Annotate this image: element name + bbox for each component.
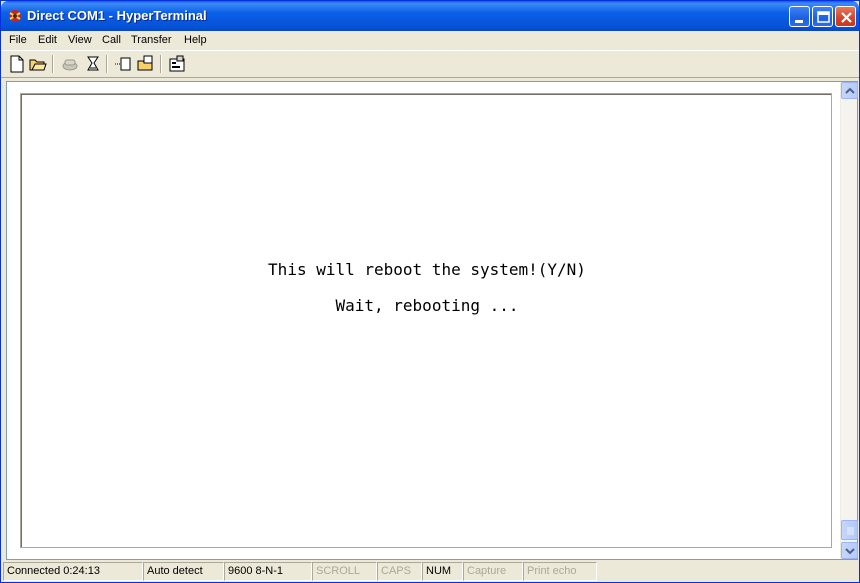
status-capture: Capture bbox=[463, 562, 523, 581]
menu-view[interactable]: View bbox=[68, 34, 92, 46]
status-scroll: SCROLL bbox=[312, 562, 377, 581]
toolbar bbox=[1, 50, 859, 78]
terminal-line: This will reboot the system!(Y/N) bbox=[268, 260, 586, 279]
menu-transfer[interactable]: Transfer bbox=[131, 34, 172, 46]
terminal-frame: This will reboot the system!(Y/N) Wait, … bbox=[6, 81, 858, 560]
menu-help[interactable]: Help bbox=[184, 34, 207, 46]
menu-bar: File Edit View Call Transfer Help bbox=[1, 31, 859, 50]
menu-call[interactable]: Call bbox=[102, 34, 121, 46]
status-detect: Auto detect bbox=[143, 562, 224, 581]
chevron-down-icon bbox=[845, 548, 855, 555]
maximize-button[interactable] bbox=[812, 6, 833, 27]
status-caps: CAPS bbox=[377, 562, 422, 581]
new-connection-icon[interactable] bbox=[8, 55, 26, 73]
status-settings: 9600 8-N-1 bbox=[224, 562, 312, 581]
vertical-scrollbar[interactable] bbox=[840, 82, 858, 559]
maximize-icon bbox=[817, 11, 830, 23]
properties-icon[interactable] bbox=[168, 55, 186, 73]
menu-file[interactable]: File bbox=[9, 34, 27, 46]
status-connected: Connected 0:24:13 bbox=[3, 562, 143, 581]
hyperterminal-app-icon bbox=[9, 10, 21, 22]
terminal-line: Wait, rebooting ... bbox=[335, 296, 519, 315]
chevron-up-icon bbox=[845, 87, 855, 94]
window-title: Direct COM1 - HyperTerminal bbox=[27, 8, 207, 23]
minimize-button[interactable] bbox=[789, 6, 810, 27]
disconnect-icon[interactable] bbox=[61, 55, 79, 73]
scroll-down-button[interactable] bbox=[841, 542, 858, 559]
toolbar-separator bbox=[160, 55, 162, 73]
grip-icon bbox=[847, 527, 854, 535]
title-bar[interactable]: Direct COM1 - HyperTerminal bbox=[1, 1, 859, 31]
receive-icon[interactable] bbox=[137, 55, 155, 73]
status-print-echo: Print echo bbox=[523, 562, 597, 581]
minimize-icon bbox=[795, 20, 803, 23]
scroll-thumb[interactable] bbox=[841, 520, 858, 540]
send-icon[interactable] bbox=[114, 55, 132, 73]
menu-edit[interactable]: Edit bbox=[38, 34, 57, 46]
toolbar-separator bbox=[52, 55, 54, 73]
status-num: NUM bbox=[422, 562, 463, 581]
scroll-up-button[interactable] bbox=[841, 82, 858, 99]
terminal-screen[interactable]: This will reboot the system!(Y/N) Wait, … bbox=[20, 93, 832, 548]
close-button[interactable] bbox=[835, 6, 856, 27]
open-icon[interactable] bbox=[29, 55, 47, 73]
status-bar: Connected 0:24:13 Auto detect 9600 8-N-1… bbox=[1, 561, 859, 582]
dial-icon[interactable] bbox=[84, 55, 102, 73]
close-icon bbox=[841, 12, 852, 23]
hyperterminal-window: Direct COM1 - HyperTerminal File Edit Vi… bbox=[0, 0, 860, 583]
toolbar-separator bbox=[106, 55, 108, 73]
